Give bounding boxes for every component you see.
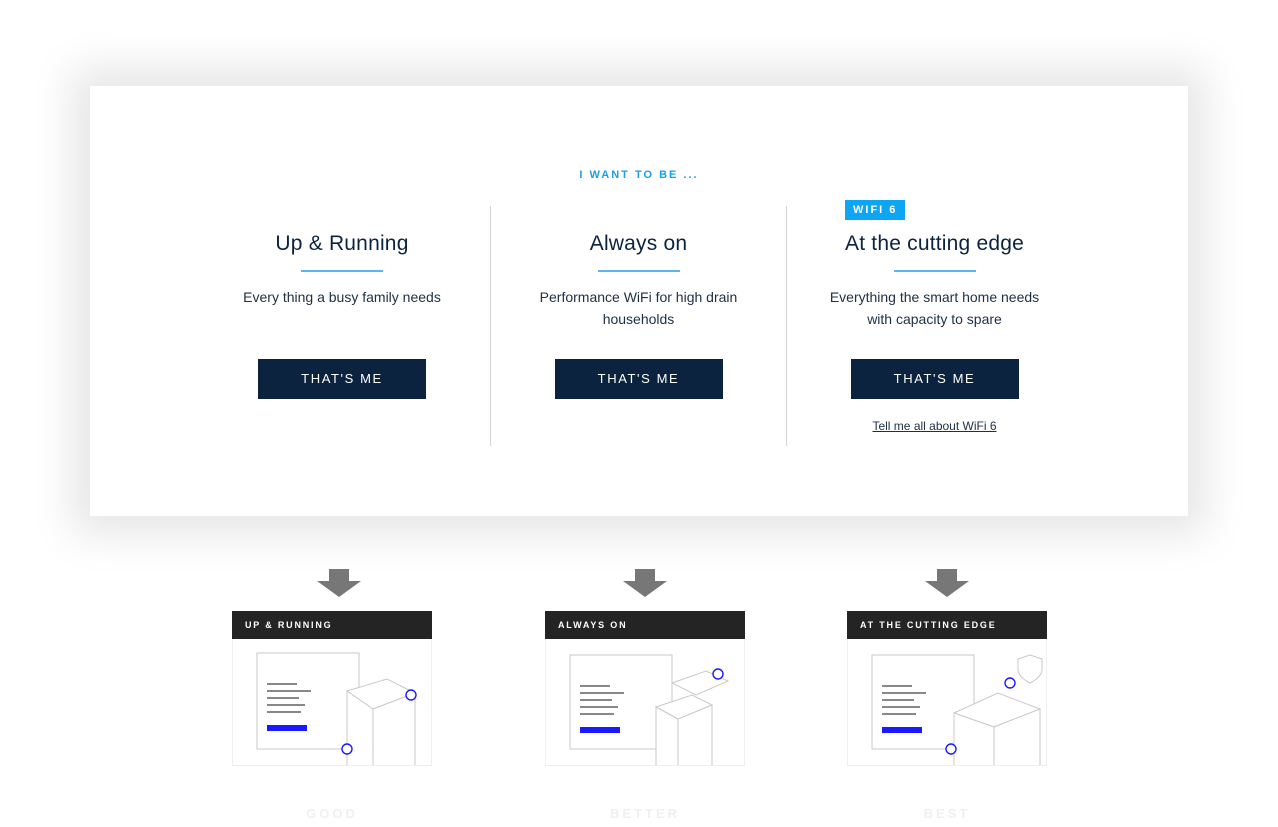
tier-label: BEST (923, 806, 971, 821)
arrow-down-icon (925, 569, 969, 597)
option-description: Everything the smart home needs with cap… (829, 289, 1040, 327)
router-illustration (569, 654, 730, 765)
option-title: Up & Running (275, 232, 409, 255)
option-up-and-running: Up & Running Every thing a busy family n… (194, 206, 490, 446)
card-illustration (847, 639, 1047, 766)
shield-icon (1017, 654, 1043, 684)
card-illustration (232, 639, 432, 766)
card-header: AT THE CUTTING EDGE (847, 611, 1047, 639)
tier-label: GOOD (306, 806, 358, 821)
selector-panel: I WANT TO BE ... Up & Running Every thin… (90, 86, 1188, 516)
thats-me-button[interactable]: THAT'S ME (258, 359, 426, 399)
option-cutting-edge: WIFI 6 At the cutting edge Everything th… (786, 200, 1082, 446)
option-description: Performance WiFi for high drain househol… (539, 289, 738, 327)
title-underline (597, 270, 680, 272)
eyebrow-label: I WANT TO BE ... (579, 169, 699, 181)
result-card-always-on: ALWAYS ON (545, 611, 745, 766)
card-header: ALWAYS ON (545, 611, 745, 639)
router-illustration (256, 652, 417, 765)
result-card-up-and-running: UP & RUNNING (232, 611, 432, 766)
tier-label: BETTER (610, 806, 680, 821)
arrow-down-icon (317, 569, 361, 597)
option-always-on: Always on Performance WiFi for high drai… (490, 206, 786, 446)
title-underline (301, 270, 383, 272)
router-illustration (871, 654, 1043, 765)
option-title: Always on (589, 232, 688, 255)
result-card-cutting-edge: AT THE CUTTING EDGE (847, 611, 1047, 766)
arrow-down-icon (623, 569, 667, 597)
card-header: UP & RUNNING (232, 611, 432, 639)
thats-me-button[interactable]: THAT'S ME (554, 359, 723, 399)
wifi6-info-link[interactable]: Tell me all about WiFi 6 (787, 419, 1082, 433)
card-illustration (545, 639, 745, 766)
option-title: At the cutting edge (845, 232, 1024, 255)
option-description: Every thing a busy family needs (243, 289, 441, 305)
thats-me-button[interactable]: THAT'S ME (850, 359, 1019, 399)
wifi6-badge: WIFI 6 (845, 200, 906, 220)
title-underline (893, 270, 976, 272)
